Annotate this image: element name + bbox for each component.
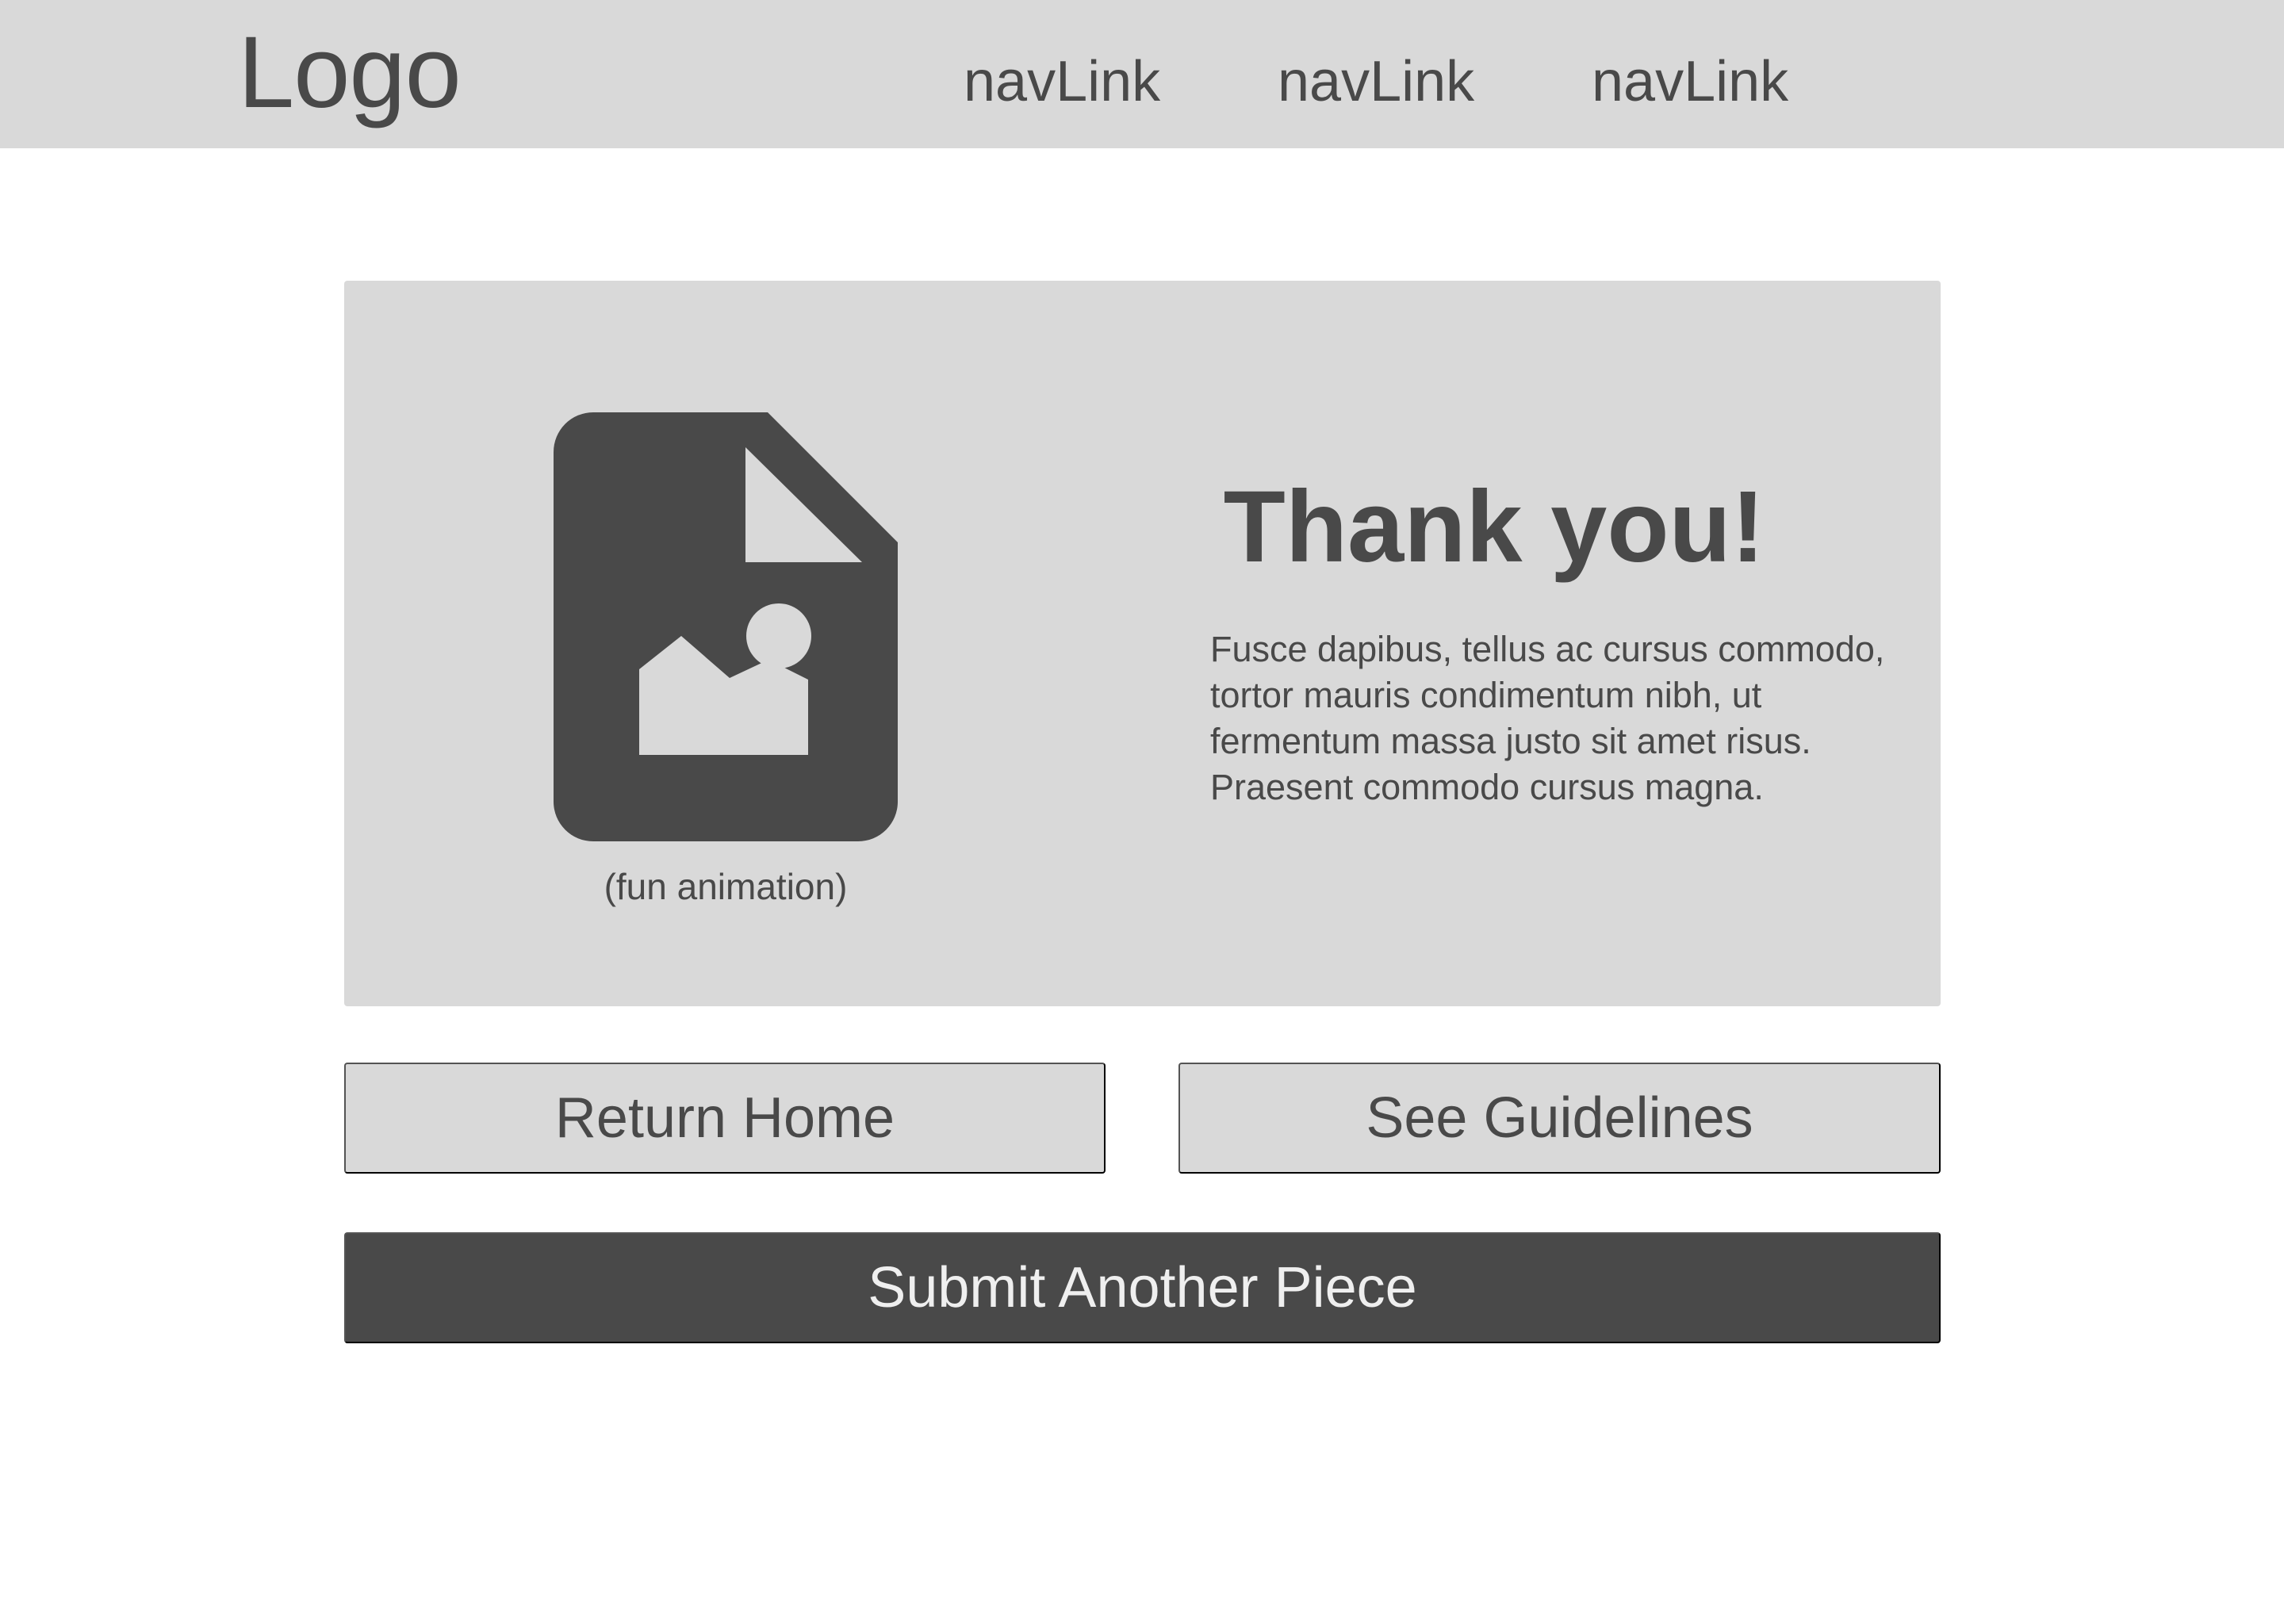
thank-you-heading: Thank you! bbox=[1223, 470, 1765, 584]
logo[interactable]: Logo bbox=[238, 17, 462, 128]
nav-link-3[interactable]: navLink bbox=[1592, 46, 1788, 117]
top-navbar: Logo navLink navLink navLink bbox=[0, 0, 2284, 148]
confirmation-card: (fun animation) Thank you! Fusce dapibus… bbox=[344, 281, 1941, 1006]
animation-caption: (fun animation) bbox=[604, 866, 848, 907]
nav-link-1[interactable]: navLink bbox=[964, 46, 1160, 117]
nav-link-2[interactable]: navLink bbox=[1278, 46, 1474, 117]
submit-another-piece-button[interactable]: Submit Another Piece bbox=[344, 1232, 1941, 1343]
see-guidelines-button[interactable]: See Guidelines bbox=[1178, 1063, 1941, 1174]
return-home-button[interactable]: Return Home bbox=[344, 1063, 1106, 1174]
confirmation-message: Fusce dapibus, tellus ac cursus commodo,… bbox=[1210, 629, 1885, 807]
image-file-icon bbox=[554, 412, 898, 841]
